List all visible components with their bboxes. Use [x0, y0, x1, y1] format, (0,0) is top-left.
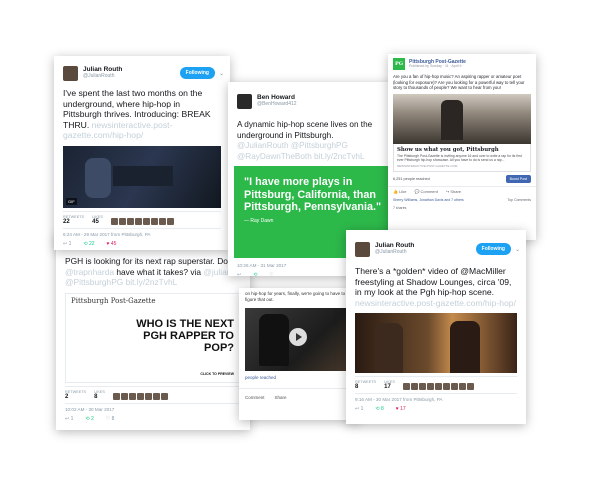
video-player[interactable]: GIF	[63, 145, 221, 208]
quote-text: "I have more plays in Pittsburg, Califor…	[244, 176, 382, 213]
chevron-down-icon[interactable]: ⌄	[219, 70, 224, 77]
pg-page-logo[interactable]: PG	[393, 58, 405, 70]
user-handle[interactable]: @JulianRouth	[375, 249, 476, 255]
chevron-down-icon[interactable]: ⌄	[515, 246, 520, 253]
facebook-post-card: PG Pittsburgh Post-Gazette Published by …	[388, 54, 536, 240]
like-icon[interactable]: ♥ 17	[396, 406, 406, 412]
tweet-actions: ↩ 1 ⟲ 22 ♥ 45	[54, 237, 230, 251]
people-reached: 6,251 people reached	[393, 177, 430, 182]
likers-avatars	[112, 392, 168, 400]
link-preview-card[interactable]: Pittsburgh Post-Gazette WHO IS THE NEXT …	[65, 292, 241, 383]
link-domain: NEWSINTERACTIVE.POST-GAZETTE.COM	[397, 164, 458, 169]
avatar[interactable]	[355, 241, 370, 257]
retweet-icon[interactable]: ⟲ 8	[375, 406, 383, 412]
gif-badge: GIF	[66, 197, 77, 205]
tweet-text: A dynamic hip-hop scene lives on the und…	[237, 120, 373, 161]
fb-post-text: Are you a fan of hip-hop music? An aspir…	[393, 74, 525, 90]
people-reached: people reached	[245, 375, 277, 380]
share-button[interactable]: ↪ Share	[446, 189, 461, 194]
tweet-text: I've spent the last two months on the un…	[63, 88, 211, 140]
video-player[interactable]	[245, 308, 353, 371]
tweet-text: PGH is looking for its next rap supersta…	[65, 256, 232, 287]
pg-masthead: Pittsburgh Post-Gazette	[71, 296, 156, 305]
quote-author: — Ray Dawn	[244, 217, 274, 224]
mention-link[interactable]: @trapnharda	[65, 267, 114, 277]
tweet-link[interactable]: @PittsburghPG bit.ly/2nzTvhL	[65, 277, 177, 287]
preview-headline: WHO IS THE NEXT PGH RAPPER TO POP?	[136, 317, 234, 354]
tweet-photo[interactable]	[355, 313, 517, 373]
link-description: The Pittsburgh Post-Gazette is inviting …	[397, 153, 522, 162]
retweet-icon[interactable]: ⟲ 22	[83, 241, 94, 247]
comment-button[interactable]: Comment	[245, 395, 265, 400]
reactions-summary[interactable]: Sherry Williams, Jonathan Davis and 7 ot…	[393, 198, 464, 202]
play-icon[interactable]	[289, 328, 307, 346]
comment-button[interactable]: 💬 Comment	[414, 189, 437, 194]
retweet-icon[interactable]: ⟲	[253, 272, 257, 276]
following-button[interactable]: Following	[179, 67, 215, 79]
tweet-stats: RETWEETS 22 LIKES 45	[63, 210, 221, 229]
facebook-video-card: on hip-hop for years, finally, we're goi…	[239, 288, 359, 420]
click-to-preview: CLICK TO PREVIEW	[200, 371, 234, 376]
mention-links[interactable]: @JulianRouth @PittsburghPG @RayDawnTheBo…	[237, 141, 365, 161]
tweet-link[interactable]: newsinteractive.post-gazette.com/hip-hop…	[355, 298, 516, 308]
fb-video-text: on hip-hop for years, finally, we're goi…	[245, 291, 346, 302]
reply-icon[interactable]: ↩	[237, 272, 241, 276]
tweet-actions: ↩ 1 ⟲ 2 ♡ 8	[56, 412, 250, 426]
link-headline[interactable]: Show us what you got, Pittsburgh	[397, 147, 527, 153]
share-button[interactable]: Share	[275, 395, 287, 400]
reply-icon[interactable]: ↩ 1	[355, 406, 363, 412]
retweet-icon[interactable]: ⟲ 2	[85, 416, 93, 422]
boost-post-button[interactable]: Boost Post	[505, 175, 531, 184]
tweet-stats: RETWEETS 8 LIKES 17	[355, 376, 517, 394]
like-button[interactable]: 👍 Like	[393, 189, 406, 194]
avatar[interactable]	[237, 93, 252, 109]
tweet-stats: RETWEETS 2 LIKES 8	[65, 385, 241, 404]
user-handle[interactable]: @JulianRouth	[83, 73, 180, 79]
tweet-card-break-thru: Julian Routh @JulianRouth Following ⌄ I'…	[54, 56, 230, 250]
like-icon[interactable]: ♥ 45	[107, 241, 117, 247]
like-icon[interactable]: ♡ 8	[106, 416, 115, 422]
user-handle[interactable]: @BenHoward412	[257, 101, 388, 107]
avatar[interactable]	[63, 65, 78, 81]
tweet-text: There's a *golden* video of @MacMiller f…	[355, 266, 516, 308]
tweet-card-macmiller: Julian Routh @JulianRouth Following ⌄ Th…	[346, 230, 526, 424]
reply-icon[interactable]: ↩ 1	[65, 416, 73, 422]
tweet-actions: ↩ 1 ⟲ 8 ♥ 17	[346, 402, 526, 416]
shares-count[interactable]: 7 shares	[388, 204, 536, 212]
following-button[interactable]: Following	[475, 243, 511, 255]
likers-avatars	[402, 383, 474, 390]
fb-photo[interactable]	[393, 93, 531, 144]
tweet-card-rapper: PGH is looking for its next rap supersta…	[56, 232, 250, 430]
post-meta: Published by Sunday · 11 · April 9 ·	[409, 63, 464, 68]
top-comments-dropdown[interactable]: Top Comments	[507, 198, 531, 202]
like-icon[interactable]: ♡	[269, 272, 273, 276]
likers-avatars	[110, 217, 174, 225]
reply-icon[interactable]: ↩ 1	[63, 241, 71, 247]
